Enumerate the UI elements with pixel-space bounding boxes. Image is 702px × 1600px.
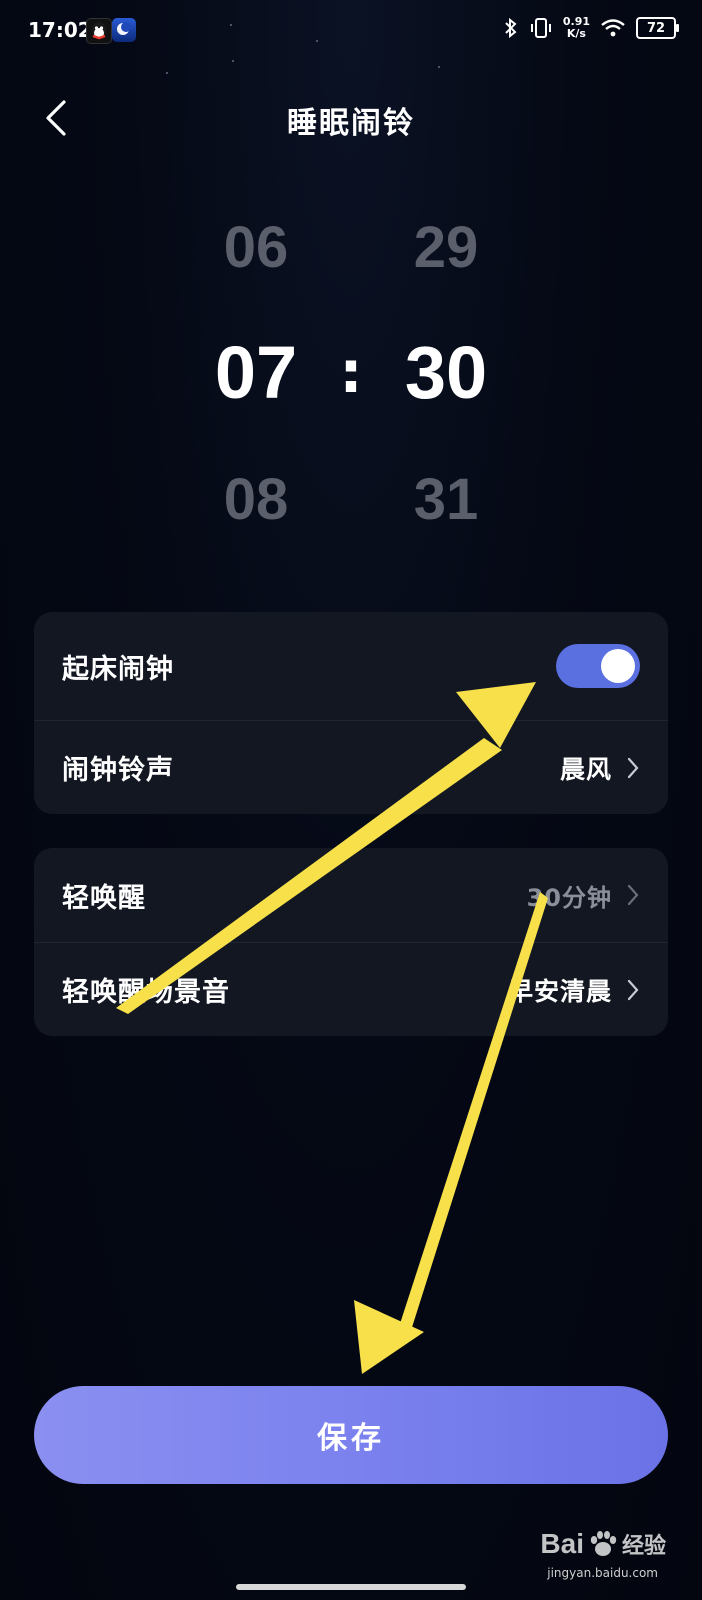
watermark-suffix: 经验: [621, 1534, 666, 1559]
home-indicator[interactable]: [236, 1584, 466, 1590]
network-speed: 0.91 K/s: [562, 15, 590, 40]
page-title: 睡眠闹铃: [287, 106, 415, 141]
minute-prev[interactable]: 29: [386, 214, 506, 281]
moon-app-icon: [112, 18, 136, 42]
status-time: 17:02: [28, 18, 92, 42]
vibrate-icon: [530, 18, 551, 38]
chevron-right-icon: [627, 979, 639, 1000]
gentle-wake-card: 轻唤醒 30分钟 轻唤醒场景音 早安清晨: [34, 848, 668, 1036]
watermark-brand: Bai: [540, 1528, 584, 1559]
gentle-wake-row[interactable]: 轻唤醒 30分钟: [34, 848, 668, 942]
status-bar: 17:02 0.91 K/s 72: [0, 0, 702, 64]
hour-next[interactable]: 08: [196, 466, 316, 533]
hour-prev[interactable]: 06: [196, 214, 316, 281]
qq-app-icon: [86, 18, 112, 44]
watermark-url: jingyan.baidu.com: [547, 1566, 658, 1580]
wake-alarm-label: 起床闹钟: [62, 653, 174, 685]
battery-icon: 72: [636, 17, 679, 39]
gentle-wake-label: 轻唤醒: [62, 882, 146, 914]
chevron-right-icon: [627, 884, 639, 906]
chevron-right-icon: [627, 757, 639, 778]
star-decoration: [232, 60, 234, 62]
scene-sound-label: 轻唤醒场景音: [62, 977, 230, 1008]
scene-sound-value: 早安清晨: [507, 976, 612, 1006]
star-decoration: [230, 24, 232, 26]
save-button[interactable]: 保存: [34, 1386, 668, 1484]
screen: { "status_bar": { "time": "17:02", "spee…: [0, 0, 702, 1600]
baidu-watermark: Bai 经验: [540, 1528, 666, 1560]
status-icons: 0.91 K/s 72: [503, 15, 679, 40]
wifi-icon: [601, 19, 625, 37]
minute-selected[interactable]: 30: [386, 330, 506, 415]
ringtone-label: 闹钟铃声: [62, 755, 174, 786]
bluetooth-icon: [505, 17, 517, 39]
wake-alarm-toggle[interactable]: [556, 644, 640, 688]
ringtone-value: 晨风: [559, 754, 612, 784]
wake-alarm-row: 起床闹钟: [34, 612, 668, 720]
star-decoration: [166, 72, 168, 74]
gentle-wake-value: 30分钟: [526, 883, 612, 912]
toggle-knob: [601, 649, 635, 683]
ringtone-row[interactable]: 闹钟铃声 晨风: [34, 720, 668, 814]
time-separator: :: [339, 338, 363, 406]
scene-sound-row[interactable]: 轻唤醒场景音 早安清晨: [34, 942, 668, 1036]
minute-next[interactable]: 31: [386, 466, 506, 533]
star-decoration: [438, 66, 440, 68]
paw-icon: [590, 1531, 617, 1556]
alarm-settings-card: 起床闹钟 闹钟铃声 晨风: [34, 612, 668, 814]
star-decoration: [316, 40, 318, 42]
hour-selected[interactable]: 07: [196, 330, 316, 415]
